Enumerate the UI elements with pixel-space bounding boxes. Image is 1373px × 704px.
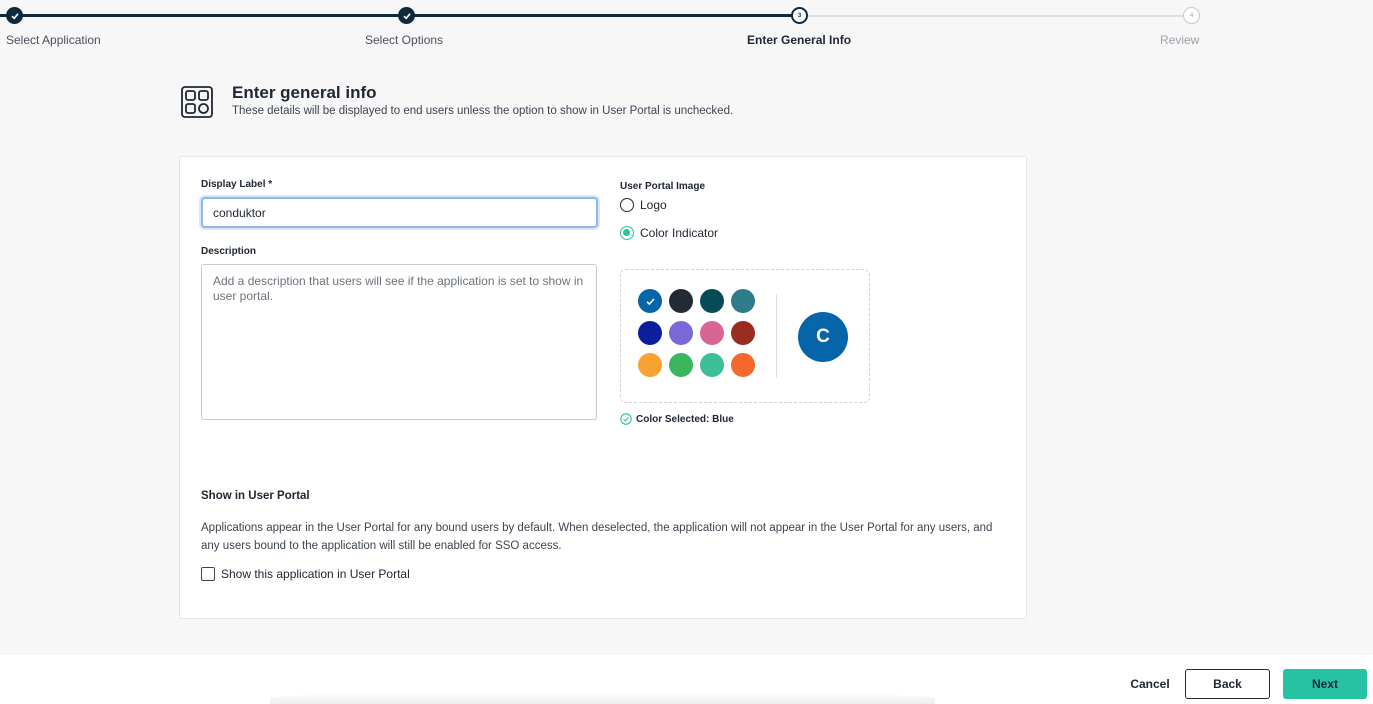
step-4-indicator: 4 xyxy=(1183,7,1200,24)
display-label-input[interactable] xyxy=(201,197,598,228)
footer-shadow-decoration xyxy=(270,692,935,704)
page-title: Enter general info xyxy=(232,83,377,102)
show-in-portal-description: Applications appear in the User Portal f… xyxy=(201,522,993,552)
apps-grid-icon xyxy=(181,86,213,118)
footer-bar: Cancel Back Next xyxy=(0,655,1373,704)
description-textarea[interactable] xyxy=(201,264,597,420)
color-indicator-radio-option[interactable]: Color Indicator xyxy=(620,226,718,240)
progress-line-remaining xyxy=(800,15,1192,17)
show-in-portal-checkbox-label: Show this application in User Portal xyxy=(221,567,410,581)
step-label-review: Review xyxy=(1160,33,1200,47)
user-portal-image-label: User Portal Image xyxy=(620,181,706,192)
display-label-label: Display Label * xyxy=(201,179,273,190)
next-button[interactable]: Next xyxy=(1283,669,1367,699)
color-indicator-radio-label: Color Indicator xyxy=(640,226,719,240)
step-1-check-icon xyxy=(6,7,23,24)
color-swatch[interactable] xyxy=(669,353,693,377)
color-swatch[interactable] xyxy=(700,321,724,345)
color-swatch[interactable] xyxy=(731,321,755,345)
page-subtitle: These details will be displayed to end u… xyxy=(232,105,734,117)
wizard-stepper: 3 4 Select Application Select Options En… xyxy=(0,0,1373,60)
cancel-button[interactable]: Cancel xyxy=(1120,669,1180,699)
color-indicator-radio[interactable] xyxy=(620,226,634,240)
color-swatch[interactable] xyxy=(731,289,755,313)
step-label-select-application[interactable]: Select Application xyxy=(6,33,101,47)
color-picker-divider xyxy=(776,294,777,378)
color-swatch-grid xyxy=(638,289,755,377)
page-header: Enter general info These details will be… xyxy=(180,83,733,119)
general-info-card: Display Label * Description User Portal … xyxy=(179,156,1027,619)
step-3-indicator: 3 xyxy=(791,7,808,24)
step-2-check-icon xyxy=(398,7,415,24)
step-label-enter-general-info: Enter General Info xyxy=(747,33,852,47)
show-in-portal-title: Show in User Portal xyxy=(201,490,310,502)
color-swatch[interactable] xyxy=(638,353,662,377)
back-button[interactable]: Back xyxy=(1185,669,1270,699)
color-picker: C xyxy=(620,269,870,403)
color-preview-avatar: C xyxy=(798,312,848,362)
color-selected-text: Color Selected: Blue xyxy=(636,413,734,425)
color-selected-status: Color Selected: Blue xyxy=(620,413,734,425)
logo-radio-option[interactable]: Logo xyxy=(620,198,667,212)
description-label: Description xyxy=(201,246,257,257)
color-swatch[interactable] xyxy=(700,353,724,377)
color-swatch[interactable] xyxy=(638,321,662,345)
check-icon xyxy=(645,297,655,305)
show-in-portal-option[interactable]: Show this application in User Portal xyxy=(201,567,410,581)
color-swatch[interactable] xyxy=(731,353,755,377)
color-swatch[interactable] xyxy=(669,289,693,313)
color-swatch[interactable] xyxy=(669,321,693,345)
logo-radio[interactable] xyxy=(620,198,634,212)
show-in-portal-checkbox[interactable] xyxy=(201,567,215,581)
check-circle-icon xyxy=(620,413,632,425)
color-swatch[interactable] xyxy=(700,289,724,313)
color-swatch-selected[interactable] xyxy=(638,289,662,313)
logo-radio-label: Logo xyxy=(640,198,667,212)
step-label-select-options[interactable]: Select Options xyxy=(365,33,443,47)
